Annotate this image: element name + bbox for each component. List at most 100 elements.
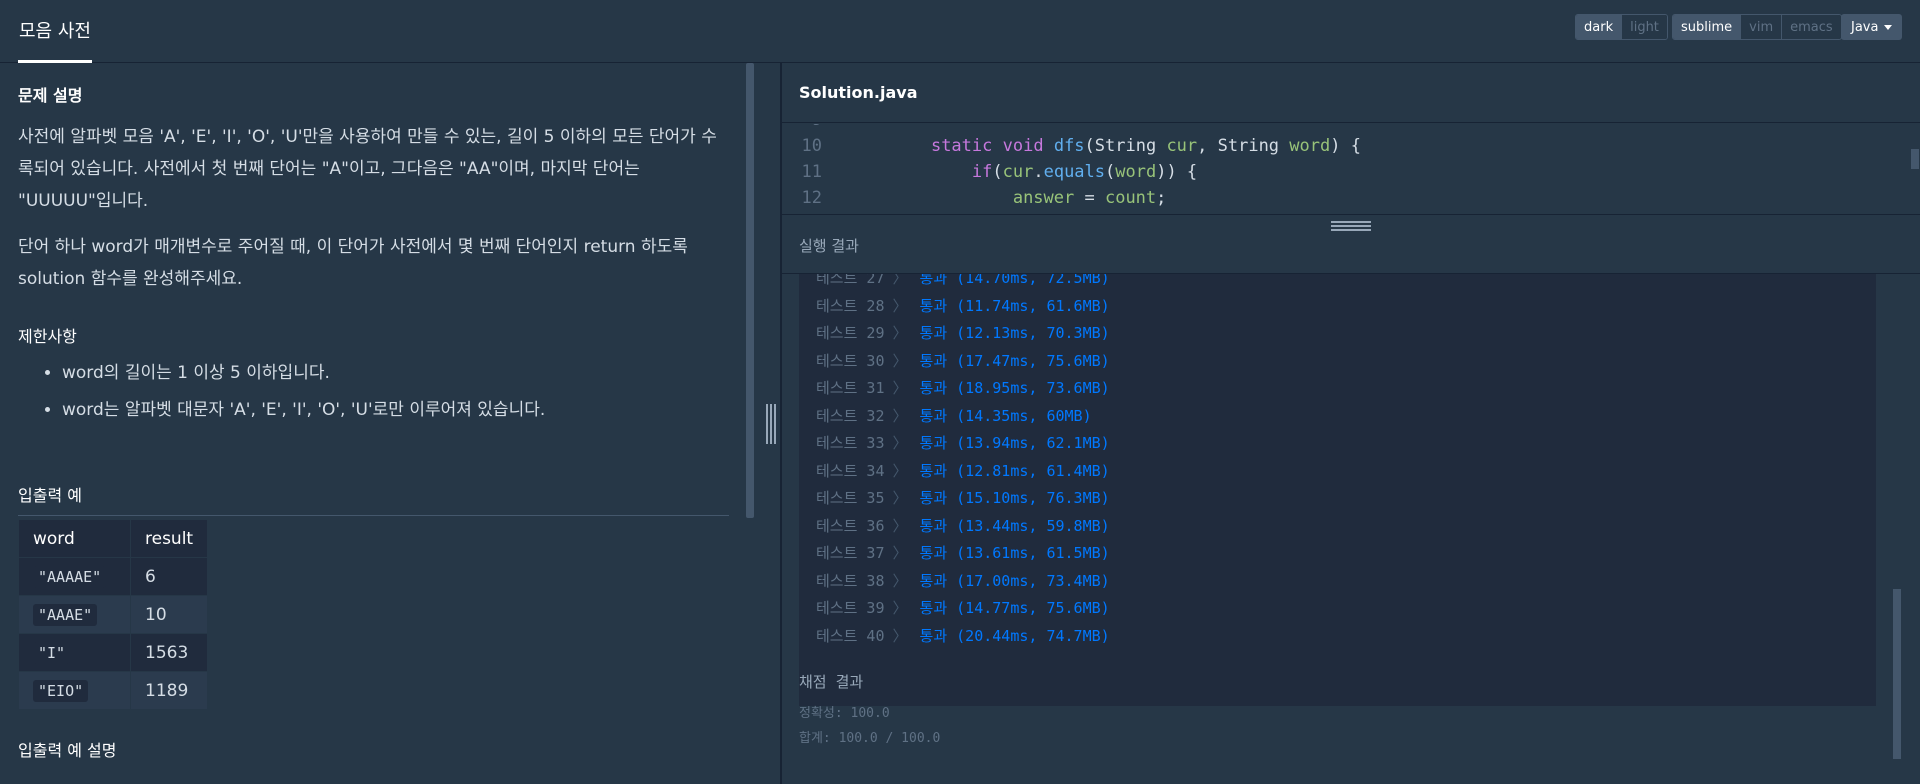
test-result-row: 테스트 27 〉 통과 (14.70ms, 72.5MB) [816,274,1876,293]
run-result-title: 실행 결과 [799,237,859,255]
chevron-right-icon: 〉 [892,571,908,590]
test-result-row: 테스트 38 〉 통과 (17.00ms, 73.4MB) [816,568,1876,596]
test-detail: (18.95ms, 73.6MB) [956,379,1110,397]
chevron-right-icon: 〉 [892,379,908,397]
chevron-right-icon: 〉 [892,599,908,617]
table-row: "I" 1563 [18,633,209,672]
result-console: 테스트 27 〉 통과 (14.70ms, 72.5MB) 테스트 28 〉 통과 (11… [799,274,1876,706]
test-status: 통과 [919,544,948,562]
description-paragraph-2: 단어 하나 word가 매개변수로 주어질 때, 이 단어가 사전에서 몇 번째… [18,237,688,289]
test-status: 통과 [919,516,948,535]
word-cell: "AAAE" [33,603,98,626]
test-status: 통과 [919,274,948,287]
language-select[interactable]: Java [1841,14,1903,40]
word-cell: "EIO" [33,679,89,702]
test-detail: (11.74ms, 61.6MB) [956,296,1110,315]
io-example-title: 입출력 예 [18,486,82,505]
test-detail: (15.10ms, 76.3MB) [956,489,1110,507]
test-status: 통과 [919,626,948,645]
test-name: 테스트 30 [816,351,885,370]
accuracy-line: 정확성: 100.0 [799,706,890,721]
chevron-right-icon: 〉 [892,461,908,480]
word-cell: "I" [33,641,71,664]
chevron-right-icon: 〉 [892,489,908,507]
chevron-right-icon: 〉 [892,324,908,342]
result-cell: 1189 [129,671,209,710]
chevron-right-icon: 〉 [892,544,908,562]
chevron-right-icon: 〉 [892,406,908,425]
test-detail: (17.47ms, 75.6MB) [956,351,1110,370]
editor-scrollbar[interactable] [1911,149,1919,169]
test-results-list: 테스트 27 〉 통과 (14.70ms, 72.5MB) 테스트 28 〉 통과 (11… [816,274,1876,650]
test-name: 테스트 33 [816,434,885,452]
test-name: 테스트 34 [816,461,885,480]
section-divider [18,515,729,516]
chevron-right-icon: 〉 [892,434,908,452]
test-result-row: 테스트 37 〉 통과 (13.61ms, 61.5MB) [816,540,1876,568]
problem-scrollbar[interactable] [746,63,754,518]
test-status: 통과 [919,599,948,617]
test-result-row: 테스트 30 〉 통과 (17.47ms, 75.6MB) [816,348,1876,376]
column-header-word: word [18,519,131,558]
code-editor[interactable]: 9 10 static void dfs(String cur, String … [782,124,1920,214]
editor-panel: Solution.java 9 10 static void dfs(Strin… [782,63,1920,784]
test-detail: (14.70ms, 72.5MB) [956,274,1110,287]
problem-panel: 문제 설명 사전에 알파벳 모음 'A', 'E', 'I', 'O', 'U'… [0,63,780,784]
test-name: 테스트 29 [816,324,885,342]
test-result-row: 테스트 39 〉 통과 (14.77ms, 75.6MB) [816,595,1876,623]
theme-toggle: dark light [1575,14,1668,40]
test-name: 테스트 32 [816,406,885,425]
keymap-emacs-button[interactable]: emacs [1781,15,1841,39]
word-cell: "AAAAE" [33,565,107,588]
test-detail: (14.77ms, 75.6MB) [956,599,1110,617]
language-label: Java [1851,19,1879,35]
resize-handle-icon[interactable] [765,404,777,444]
test-name: 테스트 39 [816,599,885,617]
test-status: 통과 [919,489,948,507]
test-detail: (12.13ms, 70.3MB) [956,324,1110,342]
test-status: 통과 [919,434,948,452]
constraints-title: 제한사항 [18,327,77,346]
table-row: "AAAAE" 6 [18,557,209,596]
test-result-row: 테스트 31 〉 통과 (18.95ms, 73.6MB) [816,375,1876,403]
test-result-row: 테스트 32 〉 통과 (14.35ms, 60MB) [816,403,1876,431]
grade-title: 채점 결과 [799,673,864,691]
table-row: "AAAE" 10 [18,595,209,634]
grade-summary: 채점 결과 정확성: 100.0 합계: 100.0 / 100.0 [799,671,940,752]
constraint-item: word의 길이는 1 이상 5 이하입니다. [62,355,545,392]
io-example-table: word result "AAAAE" 6 "AAAE" 10 "I" 1563… [18,519,209,710]
keymap-vim-button[interactable]: vim [1740,15,1782,39]
result-cell: 1563 [129,633,209,672]
description-title: 문제 설명 [18,86,83,105]
constraints-list: word의 길이는 1 이상 5 이하입니다. word는 알파벳 대문자 'A… [62,355,545,429]
theme-light-button[interactable]: light [1621,15,1667,39]
test-detail: (12.81ms, 61.4MB) [956,461,1110,480]
test-result-row: 테스트 35 〉 통과 (15.10ms, 76.3MB) [816,485,1876,513]
line-number: 10 [801,136,822,156]
top-bar: 모음 사전 dark light sublime vim emacs Java [0,0,1920,63]
column-header-result: result [129,519,209,558]
test-detail: (14.35ms, 60MB) [956,406,1092,425]
drag-handle-icon[interactable] [1331,221,1371,233]
keymap-sublime-button[interactable]: sublime [1673,15,1741,39]
test-status: 통과 [919,296,948,315]
test-result-row: 테스트 28 〉 통과 (11.74ms, 61.6MB) [816,293,1876,321]
theme-dark-button[interactable]: dark [1576,15,1622,39]
table-header-row: word result [18,519,209,558]
test-name: 테스트 27 [816,274,885,287]
test-name: 테스트 40 [816,626,885,645]
result-cell: 6 [129,557,209,596]
problem-tab[interactable]: 모음 사전 [18,0,92,63]
test-detail: (17.00ms, 73.4MB) [956,571,1110,590]
code-line: answer = count; [1012,188,1167,208]
test-result-row: 테스트 36 〉 통과 (13.44ms, 59.8MB) [816,513,1876,541]
test-status: 통과 [919,351,948,370]
test-result-row: 테스트 33 〉 통과 (13.94ms, 62.1MB) [816,430,1876,458]
test-result-row: 테스트 34 〉 통과 (12.81ms, 61.4MB) [816,458,1876,486]
result-cell: 10 [129,595,209,634]
test-result-row: 테스트 40 〉 통과 (20.44ms, 74.7MB) [816,623,1876,651]
test-name: 테스트 37 [816,544,885,562]
test-status: 통과 [919,571,948,590]
results-scrollbar[interactable] [1893,589,1901,759]
line-number: 11 [801,162,822,182]
